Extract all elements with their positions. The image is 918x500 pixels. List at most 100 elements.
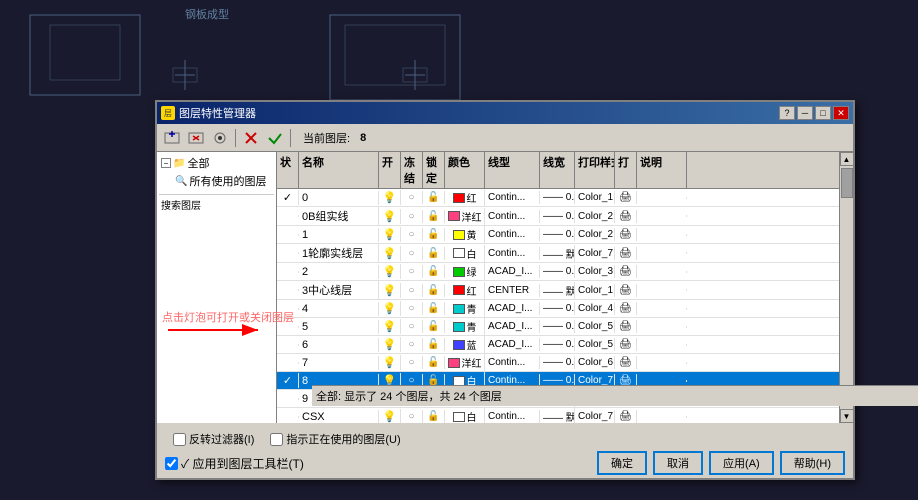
tree-item-all[interactable]: − 📁 全部 (159, 154, 274, 172)
tree-expand-all[interactable]: − (161, 158, 171, 168)
td-on[interactable]: 💡 (379, 355, 401, 370)
td-print[interactable]: 🖨 (615, 265, 637, 278)
td-freeze[interactable]: ○ (401, 338, 423, 351)
td-print[interactable]: 🖨 (615, 228, 637, 241)
td-color[interactable]: 红 (445, 189, 485, 206)
restore-button[interactable]: □ (815, 106, 831, 120)
td-name[interactable]: 6 (299, 338, 379, 352)
td-print[interactable]: 🖨 (615, 210, 637, 223)
td-on[interactable]: 💡 (379, 283, 401, 298)
apply-button[interactable]: 应用(A) (709, 451, 774, 475)
td-on[interactable]: 💡 (379, 301, 401, 316)
td-lock[interactable]: 🔓 (423, 284, 445, 297)
td-name[interactable]: 1 (299, 228, 379, 242)
td-print[interactable]: 🖨 (615, 356, 637, 369)
td-on[interactable]: 💡 (379, 246, 401, 261)
td-print[interactable]: 🖨 (615, 284, 637, 297)
indicate-used-checkbox[interactable] (270, 433, 283, 446)
td-lock[interactable]: 🔓 (423, 265, 445, 278)
table-row[interactable]: 4 💡 ○ 🔓 青 ACAD_I... —— 0... Color_4 🖨 (277, 300, 839, 318)
table-row[interactable]: ✓ 0 💡 ○ 🔓 红 Contin... —— 0... Color_1 🖨 (277, 189, 839, 207)
td-name[interactable]: 7 (299, 356, 379, 370)
td-color[interactable]: 红 (445, 282, 485, 299)
td-name[interactable]: 0B组实线 (299, 207, 379, 225)
td-on[interactable]: 💡 (379, 409, 401, 423)
td-color[interactable]: 青 (445, 318, 485, 335)
ok-button[interactable]: 确定 (597, 451, 647, 475)
scroll-thumb[interactable] (841, 168, 853, 198)
confirm-btn[interactable] (264, 127, 286, 149)
table-row[interactable]: 3中心线层 💡 ○ 🔓 红 CENTER —— 默认 Color_1 🖨 (277, 281, 839, 300)
td-print[interactable]: 🖨 (615, 247, 637, 260)
td-lock[interactable]: 🔓 (423, 410, 445, 423)
help-button[interactable]: ? (779, 106, 795, 120)
td-freeze[interactable]: ○ (401, 410, 423, 423)
checkbox-apply-toolbar[interactable]: ✓ 应用到图层工具栏(T) (165, 455, 304, 472)
td-on[interactable]: 💡 (379, 337, 401, 352)
table-row[interactable]: 2 💡 ○ 🔓 绿 ACAD_I... —— 0... Color_3 🖨 (277, 263, 839, 281)
td-on[interactable]: 💡 (379, 227, 401, 242)
vertical-scrollbar[interactable]: ▲ ▼ (839, 152, 853, 423)
delete-layer-btn[interactable] (185, 127, 207, 149)
td-print[interactable]: 🖨 (615, 320, 637, 333)
checkbox-invert-filter[interactable]: 反转过滤器(I) (173, 431, 254, 447)
invert-filter-checkbox[interactable] (173, 433, 186, 446)
td-color[interactable]: 蓝 (445, 336, 485, 353)
td-freeze[interactable]: ○ (401, 320, 423, 333)
td-name[interactable]: 3中心线层 (299, 281, 379, 299)
td-lock[interactable]: 🔓 (423, 320, 445, 333)
td-freeze[interactable]: ○ (401, 228, 423, 241)
td-color[interactable]: 白 (445, 408, 485, 423)
table-row[interactable]: 6 💡 ○ 🔓 蓝 ACAD_I... —— 0... Color_5 🖨 (277, 336, 839, 354)
td-lock[interactable]: 🔓 (423, 356, 445, 369)
td-freeze[interactable]: ○ (401, 265, 423, 278)
td-name[interactable]: 5 (299, 320, 379, 334)
td-on[interactable]: 💡 (379, 209, 401, 224)
td-freeze[interactable]: ○ (401, 210, 423, 223)
table-row[interactable]: 7 💡 ○ 🔓 洋红 Contin... —— 0... Color_6 🖨 (277, 354, 839, 372)
td-name[interactable]: CSX (299, 410, 379, 424)
minimize-button[interactable]: ─ (797, 106, 813, 120)
td-color[interactable]: 白 (445, 245, 485, 262)
td-print[interactable]: 🖨 (615, 410, 637, 423)
td-name[interactable]: 4 (299, 302, 379, 316)
scroll-down-btn[interactable]: ▼ (840, 409, 854, 423)
table-row[interactable]: 5 💡 ○ 🔓 青 ACAD_I... —— 0... Color_5 🖨 (277, 318, 839, 336)
td-print[interactable]: 🖨 (615, 338, 637, 351)
table-row[interactable]: 0B组实线 💡 ○ 🔓 洋红 Contin... —— 0... Color_2… (277, 207, 839, 226)
td-color[interactable]: 绿 (445, 263, 485, 280)
td-lock[interactable]: 🔓 (423, 210, 445, 223)
td-lock[interactable]: 🔓 (423, 247, 445, 260)
td-color[interactable]: 黄 (445, 226, 485, 243)
table-row[interactable]: 1轮廓实线层 💡 ○ 🔓 白 Contin... —— 默认 Color_7 🖨 (277, 244, 839, 263)
td-on[interactable]: 💡 (379, 264, 401, 279)
header-name[interactable]: 名称 (299, 152, 379, 188)
td-freeze[interactable]: ○ (401, 191, 423, 204)
td-lock[interactable]: 🔓 (423, 338, 445, 351)
help-dialog-button[interactable]: 帮助(H) (780, 451, 845, 475)
new-layer-btn[interactable] (161, 127, 183, 149)
tree-item-used[interactable]: 🔍 所有使用的图层 (159, 172, 274, 190)
td-lock[interactable]: 🔓 (423, 228, 445, 241)
td-name[interactable]: 0 (299, 191, 379, 205)
cancel-button[interactable]: 取消 (653, 451, 703, 475)
scroll-up-btn[interactable]: ▲ (840, 152, 854, 166)
td-freeze[interactable]: ○ (401, 284, 423, 297)
td-lock[interactable]: 🔓 (423, 302, 445, 315)
apply-toolbar-checkbox[interactable] (165, 457, 178, 470)
checkbox-indicate-used[interactable]: 指示正在使用的图层(U) (270, 431, 400, 447)
td-freeze[interactable]: ○ (401, 247, 423, 260)
cancel-btn[interactable] (240, 127, 262, 149)
td-freeze[interactable]: ○ (401, 302, 423, 315)
td-print[interactable]: 🖨 (615, 191, 637, 204)
table-row[interactable]: 1 💡 ○ 🔓 黄 Contin... —— 0... Color_2 🖨 (277, 226, 839, 244)
td-color[interactable]: 洋红 (445, 354, 485, 371)
td-on[interactable]: 💡 (379, 319, 401, 334)
td-name[interactable]: 1轮廓实线层 (299, 244, 379, 262)
td-name[interactable]: 2 (299, 265, 379, 279)
td-on[interactable]: 💡 (379, 190, 401, 205)
table-row[interactable]: CSX 💡 ○ 🔓 白 Contin... —— 默认 Color_7 🖨 (277, 408, 839, 423)
td-print[interactable]: 🖨 (615, 302, 637, 315)
set-current-btn[interactable] (209, 127, 231, 149)
td-freeze[interactable]: ○ (401, 356, 423, 369)
